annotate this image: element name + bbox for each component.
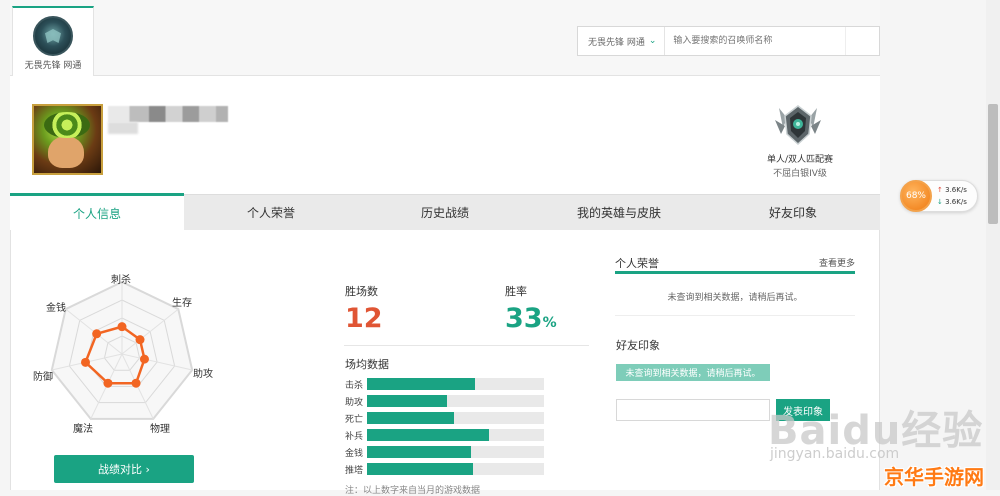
- summoner-level-blurred: [108, 122, 138, 134]
- wins-label: 胜场数: [345, 285, 378, 298]
- tab-personal-info[interactable]: 个人信息: [10, 193, 184, 230]
- radar-chart: 刺杀 生存 助攻 物理 魔法 防御 金钱: [28, 262, 224, 440]
- avg-bar-label: 金钱: [345, 448, 364, 459]
- server-select-label: 无畏先锋 网通: [588, 37, 645, 48]
- avg-bar-track: [367, 412, 544, 424]
- profile-header: 单人/双人匹配赛 不屈白银IV级: [10, 76, 880, 194]
- honor-more-link[interactable]: 查看更多: [819, 256, 855, 269]
- arrow-down-icon: ↓: [937, 198, 943, 206]
- compare-button[interactable]: 战绩对比 ›: [54, 455, 194, 483]
- avg-bar-track: [367, 446, 544, 458]
- scrollbar[interactable]: [986, 0, 1000, 490]
- avg-bar-row: 击杀: [345, 378, 544, 391]
- tab-friend-impressions[interactable]: 好友印象: [706, 195, 880, 230]
- arrow-up-icon: ↑: [937, 186, 943, 194]
- download-speed: ↓ 3.6K/s: [937, 198, 967, 206]
- network-speed-widget[interactable]: 68% ↑ 3.6K/s ↓ 3.6K/s: [900, 180, 978, 212]
- search-input[interactable]: [665, 27, 845, 55]
- winrate-label: 胜率: [505, 285, 527, 298]
- winrate-number: 33: [505, 303, 543, 334]
- rank-queue: 单人/双人匹配赛: [766, 155, 834, 165]
- server-select[interactable]: 无畏先锋 网通 ⌄: [578, 27, 666, 55]
- radar-point: [139, 354, 149, 364]
- friend-empty-message: 未查询到相关数据，请稍后再试。: [616, 364, 770, 381]
- friend-title: 好友印象: [616, 339, 660, 352]
- avg-bar-track: [367, 395, 544, 407]
- tab-match-history[interactable]: 历史战绩: [358, 195, 532, 230]
- avg-bar-track: [367, 429, 544, 441]
- wins-value: 12: [345, 303, 383, 334]
- avg-bar-track: [367, 378, 544, 390]
- site-watermark: 京华手游网: [884, 465, 984, 489]
- avg-bar-fill: [367, 429, 490, 441]
- rank-badge-icon: [775, 105, 821, 146]
- radar-svg: [50, 280, 194, 420]
- avg-bar-track: [367, 463, 544, 475]
- avatar: [32, 104, 103, 175]
- avg-bar-row: 金钱: [345, 446, 544, 459]
- honor-divider: [615, 315, 855, 316]
- avg-bar-row: 推塔: [345, 463, 544, 476]
- stats-divider: [344, 345, 589, 346]
- upload-speed: ↑ 3.6K/s: [937, 186, 967, 194]
- avg-bar-fill: [367, 463, 474, 475]
- radar-label-survival: 生存: [172, 298, 192, 309]
- radar-label-physical: 物理: [150, 424, 170, 435]
- avg-bar-label: 助攻: [345, 397, 364, 408]
- search-box: 无畏先锋 网通 ⌄: [577, 26, 880, 56]
- avg-bar-label: 死亡: [345, 414, 364, 425]
- friend-impression-input[interactable]: [616, 399, 770, 421]
- radar-label-assassinate: 刺杀: [111, 275, 131, 286]
- speed-percent: 68%: [900, 180, 932, 212]
- download-speed-value: 3.6K/s: [945, 198, 967, 206]
- scrollbar-thumb[interactable]: [988, 104, 998, 224]
- tab-heroes-skins[interactable]: 我的英雄与皮肤: [532, 195, 706, 230]
- avg-bar-label: 击杀: [345, 380, 364, 391]
- radar-point: [135, 335, 145, 345]
- honor-header: 个人荣誉 查看更多: [615, 254, 855, 274]
- tab-personal-honor[interactable]: 个人荣誉: [184, 195, 358, 230]
- radar-point: [103, 378, 113, 388]
- radar-label-assist: 助攻: [193, 369, 213, 380]
- summoner-name-blurred: [108, 106, 228, 122]
- winrate-unit: %: [542, 315, 557, 331]
- avg-bar-fill: [367, 378, 475, 390]
- radar-point: [92, 329, 102, 339]
- avg-bar-label: 推塔: [345, 465, 364, 476]
- avg-bar-row: 补兵: [345, 429, 544, 442]
- radar-label-gold: 金钱: [46, 303, 66, 314]
- honor-title: 个人荣誉: [615, 257, 659, 270]
- baidu-watermark-url: jingyan.baidu.com: [770, 446, 900, 462]
- radar-point: [80, 357, 90, 367]
- profile-tabs: 个人信息 个人荣誉 历史战绩 我的英雄与皮肤 好友印象: [10, 193, 880, 230]
- avg-bar-fill: [367, 446, 472, 458]
- avg-bar-label: 补兵: [345, 431, 364, 442]
- honor-empty-message: 未查询到相关数据，请稍后再试。: [667, 293, 803, 303]
- avg-bar-row: 助攻: [345, 395, 544, 408]
- search-button[interactable]: [845, 27, 879, 55]
- radar-point: [117, 322, 127, 332]
- chevron-down-icon: ⌄: [648, 36, 657, 46]
- radar-point: [131, 378, 141, 388]
- avg-bar-row: 死亡: [345, 412, 544, 425]
- server-logo-icon: [33, 16, 73, 56]
- radar-label-defense: 防御: [33, 372, 53, 383]
- radar-label-magic: 魔法: [73, 424, 93, 435]
- avg-bar-fill: [367, 395, 447, 407]
- server-tab-label: 无畏先锋 网通: [24, 61, 82, 71]
- rank-tier: 不屈白银IV级: [773, 169, 827, 179]
- upload-speed-value: 3.6K/s: [945, 186, 967, 194]
- server-tab[interactable]: 无畏先锋 网通: [12, 6, 94, 76]
- winrate-value: 33%: [505, 303, 557, 334]
- avg-data-title: 场均数据: [345, 358, 389, 371]
- avg-bar-fill: [367, 412, 454, 424]
